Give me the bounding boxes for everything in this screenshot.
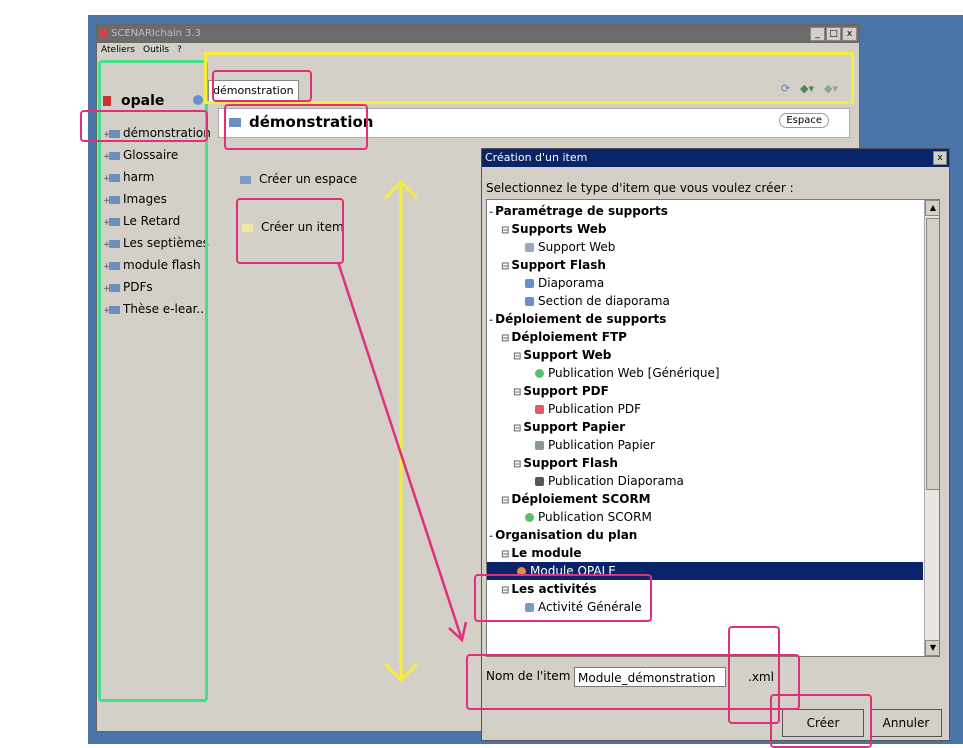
folder-icon <box>229 118 241 127</box>
window-controls: _ □ x <box>810 27 857 41</box>
menu-bar: Ateliers Outils ? <box>99 45 182 59</box>
tree-item-module-flash[interactable]: + module flash <box>103 255 211 277</box>
web-icon <box>525 243 534 252</box>
app-icon <box>99 29 108 38</box>
tree-item-glossaire[interactable]: + Glossaire <box>103 145 211 167</box>
document-icon <box>525 279 534 288</box>
espace-badge[interactable]: Espace <box>779 113 829 128</box>
menu-ateliers[interactable]: Ateliers <box>101 45 135 59</box>
window-title: SCENARIchain 3.3 <box>111 28 202 39</box>
extension-label: .xml <box>748 670 774 684</box>
minimize-button[interactable]: _ <box>810 27 825 41</box>
folder-icon <box>109 239 120 248</box>
print-icon <box>535 441 544 450</box>
tree-node[interactable]: Publication SCORM <box>525 508 652 526</box>
tree-node[interactable]: Activité Générale <box>525 598 642 616</box>
document-icon <box>525 297 534 306</box>
tree-node[interactable]: ⊟ Le module <box>501 544 582 562</box>
tree-node-selected[interactable]: Module OPALE <box>487 562 923 580</box>
tree-node[interactable]: ⊟ Support Web <box>513 346 611 364</box>
create-space-link[interactable]: Créer un espace <box>240 172 357 186</box>
workspace-tree: + démonstration + Glossaire + harm + Images … <box>103 123 211 321</box>
refresh-icon[interactable]: ⟳ <box>781 82 790 95</box>
tree-node[interactable]: ⊟ Support Flash <box>501 256 606 274</box>
tree-item-these[interactable]: + Thèse e-lear... <box>103 299 211 321</box>
tree-node[interactable]: Publication Diaporama <box>535 472 684 490</box>
close-button[interactable]: x <box>842 27 857 41</box>
forward-arrow-icon[interactable]: ◆▾ <box>824 82 838 95</box>
folder-icon <box>109 151 120 160</box>
workspace-icon <box>103 96 111 106</box>
tree-item-harm[interactable]: + harm <box>103 167 211 189</box>
tree-node[interactable]: ⊟ Déploiement FTP <box>501 328 627 346</box>
scroll-up-icon[interactable]: ▲ <box>925 200 939 216</box>
folder-icon <box>109 129 120 138</box>
tab-bar: démonstration ⟳ ◆▾ ◆▾ <box>204 78 848 102</box>
tree-node[interactable]: ⊟ Les activités <box>501 580 597 598</box>
cancel-button[interactable]: Annuler <box>870 709 942 737</box>
folder-icon <box>109 261 120 270</box>
tree-node[interactable]: Publication Papier <box>535 436 655 454</box>
tree-node[interactable]: Publication Web [Générique] <box>535 364 720 382</box>
tree-node[interactable]: Section de diaporama <box>525 292 670 310</box>
space-header: démonstration Espace <box>218 108 850 138</box>
tree-node[interactable]: - Paramétrage de supports <box>489 202 668 220</box>
dialog-title-bar: Création d'un item x <box>482 149 949 167</box>
film-icon <box>535 477 544 486</box>
tree-node[interactable]: Publication PDF <box>535 400 641 418</box>
dialog-title: Création d'un item <box>485 151 588 164</box>
tree-item-les-septiemes[interactable]: + Les septièmes <box>103 233 211 255</box>
title-bar: SCENARIchain 3.3 _ □ x <box>97 25 859 43</box>
dialog-prompt: Selectionnez le type d'item que vous vou… <box>486 181 794 195</box>
tree-item-pdfs[interactable]: + PDFs <box>103 277 211 299</box>
toolbar-icons: ⟳ ◆▾ ◆▾ <box>781 82 838 95</box>
folder-icon <box>109 195 120 204</box>
tree-node[interactable]: - Organisation du plan <box>489 526 637 544</box>
tree-item-images[interactable]: + Images <box>103 189 211 211</box>
scroll-thumb[interactable] <box>926 218 939 490</box>
folder-icon <box>109 173 120 182</box>
tree-node[interactable]: ⊟ Support Papier <box>513 418 625 436</box>
create-button[interactable]: Créer <box>782 709 864 737</box>
maximize-button[interactable]: □ <box>826 27 841 41</box>
folder-icon <box>109 283 120 292</box>
tab-demonstration[interactable]: démonstration <box>208 80 299 101</box>
item-name-label: Nom de l'item : <box>486 669 579 683</box>
publish-icon <box>525 513 534 522</box>
tree-node[interactable]: Diaporama <box>525 274 604 292</box>
folder-icon <box>109 305 120 314</box>
tree-node[interactable]: ⊟ Déploiement SCORM <box>501 490 651 508</box>
tree-item-demonstration[interactable]: + démonstration <box>103 123 211 145</box>
space-icon <box>240 175 251 184</box>
back-arrow-icon[interactable]: ◆▾ <box>800 82 814 95</box>
menu-outils[interactable]: Outils <box>143 45 169 59</box>
tree-scrollbar[interactable]: ▲ ▼ <box>924 200 939 656</box>
item-icon <box>242 223 253 232</box>
tree-node[interactable]: ⊟ Support Flash <box>513 454 618 472</box>
activity-icon <box>525 603 534 612</box>
menu-help[interactable]: ? <box>177 45 182 59</box>
scroll-down-icon[interactable]: ▼ <box>925 640 939 656</box>
workspace-title[interactable]: opale <box>103 93 164 109</box>
workspace-gear-icon[interactable] <box>193 95 203 105</box>
tree-node[interactable]: ⊟ Supports Web <box>501 220 607 238</box>
dialog-close-button[interactable]: x <box>933 151 947 165</box>
tree-node[interactable]: ⊟ Support PDF <box>513 382 609 400</box>
item-type-tree[interactable]: - Paramétrage de supports ⊟ Supports Web S… <box>486 199 940 657</box>
item-name-input[interactable]: Module_démonstration <box>574 667 726 687</box>
tree-node[interactable]: Support Web <box>525 238 615 256</box>
tree-item-le-retard[interactable]: + Le Retard <box>103 211 211 233</box>
tree-node[interactable]: - Déploiement de supports <box>489 310 666 328</box>
create-item-link[interactable]: Créer un item <box>242 220 344 234</box>
module-icon <box>517 567 526 576</box>
folder-icon <box>109 217 120 226</box>
pdf-icon <box>535 405 544 414</box>
publish-icon <box>535 369 544 378</box>
space-title: démonstration <box>229 113 373 131</box>
create-item-dialog: Création d'un item x Selectionnez le typ… <box>481 148 950 741</box>
workspace-panel: opale + démonstration + Glossaire + harm + I… <box>99 61 211 721</box>
